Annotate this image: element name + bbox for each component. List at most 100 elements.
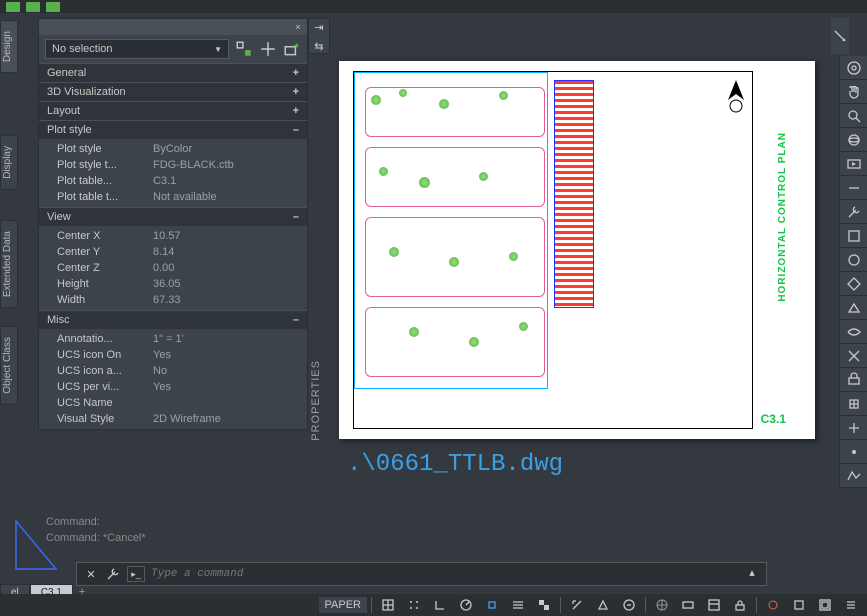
prop-value[interactable]: 36.05 xyxy=(149,278,307,290)
quick-icon[interactable] xyxy=(6,2,20,12)
prop-label: Center X xyxy=(57,230,149,242)
north-arrow-icon xyxy=(724,78,748,116)
section-general[interactable]: General + xyxy=(39,63,307,82)
properties-side-label: PROPERTIES xyxy=(310,360,322,441)
section-label: 3D Visualization xyxy=(47,86,126,98)
annotation-visibility-icon[interactable] xyxy=(591,596,615,614)
pickadd-icon[interactable] xyxy=(283,40,301,58)
prop-label: UCS per vi... xyxy=(57,381,149,393)
steering-wheel-icon[interactable] xyxy=(840,56,867,80)
zoom-extents-icon[interactable] xyxy=(840,104,867,128)
drawing-canvas[interactable]: HORIZONTAL CONTROL PLAN C3.1 .\0661_TTLB… xyxy=(332,13,832,559)
tool-icon[interactable] xyxy=(840,464,867,488)
command-history-line: Command: xyxy=(46,514,300,530)
prop-value[interactable]: ByColor xyxy=(149,143,307,155)
collapse-icon: – xyxy=(293,124,299,136)
hardware-accel-icon[interactable] xyxy=(787,596,811,614)
prop-value[interactable]: Not available xyxy=(149,191,307,203)
clean-screen-icon[interactable] xyxy=(813,596,837,614)
quick-icon[interactable] xyxy=(46,2,60,12)
prop-label: Plot style xyxy=(57,143,149,155)
close-icon[interactable]: × xyxy=(293,22,303,32)
section-label: Misc xyxy=(47,314,70,326)
pin-icon[interactable]: ⇥ xyxy=(312,21,326,34)
prop-value[interactable]: 0.00 xyxy=(149,262,307,274)
tab-display[interactable]: Display xyxy=(0,135,18,190)
prop-row: UCS Name xyxy=(39,395,307,411)
prop-label: UCS icon a... xyxy=(57,365,149,377)
section-plot-style[interactable]: Plot style – xyxy=(39,120,307,139)
tool-icon[interactable] xyxy=(840,224,867,248)
section-view[interactable]: View – xyxy=(39,207,307,226)
tool-icon[interactable] xyxy=(840,272,867,296)
section-layout[interactable]: Layout + xyxy=(39,101,307,120)
prop-value[interactable]: 67.33 xyxy=(149,294,307,306)
collapse-icon: – xyxy=(293,211,299,223)
command-prompt-icon[interactable]: ▸_ xyxy=(127,566,145,582)
paper-sheet: HORIZONTAL CONTROL PLAN C3.1 .\0661_TTLB… xyxy=(339,61,815,439)
showmotion-icon[interactable] xyxy=(840,152,867,176)
prop-row: Plot table t...Not available xyxy=(39,189,307,205)
tool-icon[interactable] xyxy=(840,392,867,416)
separator xyxy=(371,597,372,613)
selection-dropdown[interactable]: No selection ▼ xyxy=(45,39,229,59)
space-toggle[interactable]: PAPER xyxy=(319,597,367,613)
section-3d-visualization[interactable]: 3D Visualization + xyxy=(39,82,307,101)
tool-icon[interactable] xyxy=(840,200,867,224)
prop-value[interactable]: Yes xyxy=(149,349,307,361)
annotation-auto-icon[interactable] xyxy=(617,596,641,614)
polar-icon[interactable] xyxy=(454,596,478,614)
command-close-icon[interactable]: ✕ xyxy=(83,566,99,582)
annotation-scale-icon[interactable] xyxy=(565,596,589,614)
prop-value[interactable]: No xyxy=(149,365,307,377)
tool-icon[interactable] xyxy=(840,440,867,464)
tool-icon[interactable] xyxy=(840,368,867,392)
section-misc[interactable]: Misc – xyxy=(39,310,307,329)
nav-divider xyxy=(840,176,867,200)
customization-icon[interactable] xyxy=(839,596,863,614)
tool-icon[interactable] xyxy=(840,248,867,272)
workspace-icon[interactable] xyxy=(650,596,674,614)
selection-label: No selection xyxy=(52,43,113,55)
units-icon[interactable] xyxy=(676,596,700,614)
tool-icon[interactable] xyxy=(840,320,867,344)
tab-object-class[interactable]: Object Class xyxy=(0,326,18,405)
expand-icon: + xyxy=(293,86,299,98)
select-objects-icon[interactable] xyxy=(259,40,277,58)
separator xyxy=(756,597,757,613)
tab-extended-data[interactable]: Extended Data xyxy=(0,220,18,308)
command-history-icon[interactable]: ▴ xyxy=(744,566,760,582)
prop-value[interactable]: 1" = 1' xyxy=(149,333,307,345)
prop-value[interactable]: FDG-BLACK.ctb xyxy=(149,159,307,171)
lineweight-icon[interactable] xyxy=(506,596,530,614)
quick-icon[interactable] xyxy=(26,2,40,12)
prop-value[interactable]: 2D Wireframe xyxy=(149,413,307,425)
isolate-icon[interactable] xyxy=(761,596,785,614)
orbit-icon[interactable] xyxy=(840,128,867,152)
ortho-icon[interactable] xyxy=(428,596,452,614)
pan-icon[interactable] xyxy=(840,80,867,104)
prop-value[interactable]: C3.1 xyxy=(149,175,307,187)
command-customize-icon[interactable] xyxy=(105,566,121,582)
viewcube-area[interactable] xyxy=(831,18,849,54)
snap-icon[interactable] xyxy=(402,596,426,614)
tool-icon[interactable] xyxy=(840,296,867,320)
prop-value[interactable]: 10.57 xyxy=(149,230,307,242)
command-input[interactable] xyxy=(151,568,738,580)
quick-properties-icon[interactable] xyxy=(702,596,726,614)
prop-value[interactable]: 8.14 xyxy=(149,246,307,258)
prop-label: Plot style t... xyxy=(57,159,149,171)
lock-ui-icon[interactable] xyxy=(728,596,752,614)
prop-value[interactable]: Yes xyxy=(149,381,307,393)
viewport[interactable] xyxy=(354,72,548,389)
tool-icon[interactable] xyxy=(840,416,867,440)
prop-row: UCS per vi...Yes xyxy=(39,379,307,395)
grid-icon[interactable] xyxy=(376,596,400,614)
menu-icon[interactable]: ⇆ xyxy=(312,40,326,53)
tab-design[interactable]: Design xyxy=(0,20,18,73)
osnap-icon[interactable] xyxy=(480,596,504,614)
quick-select-icon[interactable] xyxy=(235,40,253,58)
prop-label: Height xyxy=(57,278,149,290)
tool-icon[interactable] xyxy=(840,344,867,368)
transparency-icon[interactable] xyxy=(532,596,556,614)
